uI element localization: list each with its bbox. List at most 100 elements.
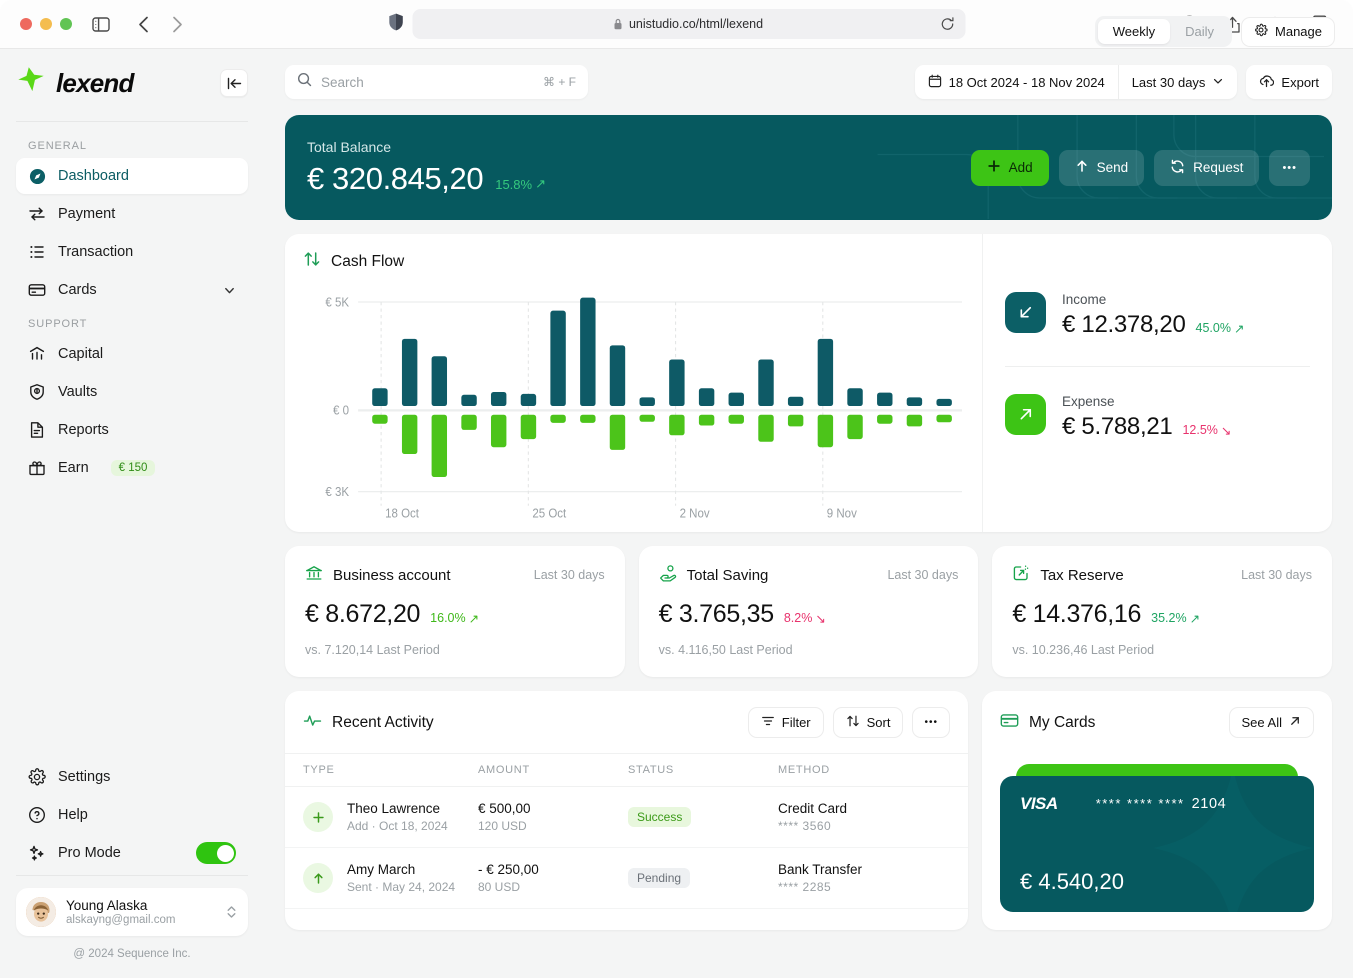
balance-delta: 15.8% ↗ <box>495 176 546 192</box>
stat-card-sub: vs. 4.116,50 Last Period <box>659 643 959 657</box>
cash-flow-chart-panel: Cash Flow <box>285 234 982 532</box>
user-name: Young Alaska <box>66 898 175 913</box>
stat-card-delta: 8.2% ↘ <box>784 611 826 626</box>
sidebar-divider <box>16 121 248 122</box>
sidebar-item-cards[interactable]: Cards <box>16 272 248 308</box>
activity-more-button[interactable]: ••• <box>912 707 950 738</box>
sidebar-item-pro-mode[interactable]: Pro Mode <box>16 835 248 871</box>
sidebar-toggle-icon[interactable] <box>86 10 116 38</box>
main-toolbar: ⌘ + F 18 Oct 2024 - 18 Nov 2024 Last 30 … <box>285 49 1332 115</box>
cash-flow-title-group: Cash Flow <box>303 250 404 273</box>
expense-stat: Expense € 5.788,21 12.5% ↘ <box>1005 394 1310 441</box>
chart-bar-income <box>729 393 744 406</box>
back-arrow-icon[interactable] <box>128 10 158 38</box>
pro-mode-toggle[interactable] <box>196 842 236 864</box>
card-last4: 2104 <box>1192 796 1227 812</box>
column-method: METHOD <box>778 754 968 787</box>
add-button[interactable]: Add <box>971 150 1049 186</box>
minimize-window-button[interactable] <box>40 18 52 30</box>
range-select-text: Last 30 days <box>1132 75 1206 90</box>
sidebar-item-transaction[interactable]: Transaction <box>16 234 248 270</box>
chevron-up-down-icon[interactable] <box>225 904 238 920</box>
chart-y-tick: € 5K <box>325 295 349 310</box>
chart-x-tick: 18 Oct <box>385 506 420 521</box>
row-amount-sub: 80 USD <box>478 880 628 894</box>
chart-bar-income <box>372 388 387 406</box>
export-label: Export <box>1281 75 1319 90</box>
row-method: Bank Transfer <box>778 862 968 877</box>
chart-bar-income <box>610 345 625 406</box>
range-select-button[interactable]: Last 30 days <box>1118 65 1238 99</box>
chart-bar-expense <box>521 415 536 439</box>
chart-bar-expense <box>372 415 387 424</box>
request-button[interactable]: Request <box>1154 150 1259 186</box>
chart-bar-income <box>847 388 862 406</box>
my-cards-title: My Cards <box>1029 714 1095 732</box>
chart-y-tick: € 0 <box>333 403 349 418</box>
export-button[interactable]: Export <box>1246 65 1332 99</box>
card-balance: € 4.540,20 <box>1020 869 1124 895</box>
sidebar-item-payment[interactable]: Payment <box>16 196 248 232</box>
chart-x-tick: 2 Nov <box>680 506 710 521</box>
chart-bar-income <box>491 392 506 406</box>
sidebar-item-label: Help <box>58 807 88 823</box>
forward-arrow-icon[interactable] <box>162 10 192 38</box>
search-box[interactable]: ⌘ + F <box>285 65 588 99</box>
sort-button[interactable]: Sort <box>833 707 904 738</box>
trend-down-arrow-icon: ↘ <box>815 611 825 626</box>
brand-name: lexend <box>56 68 134 99</box>
card-stack[interactable]: VISA **** **** **** 2104 € 4.540,20 <box>1000 764 1314 912</box>
toolbar-right: 18 Oct 2024 - 18 Nov 2024 Last 30 days <box>915 65 1332 99</box>
stat-cards-row: Business account Last 30 days € 8.672,20… <box>285 546 1332 677</box>
window-controls[interactable] <box>20 18 72 30</box>
sidebar-item-reports[interactable]: Reports <box>16 412 248 448</box>
sidebar-item-settings[interactable]: Settings <box>16 759 248 795</box>
sidebar-bottom-divider <box>16 875 248 876</box>
send-button[interactable]: Send <box>1059 150 1145 186</box>
stat-card-delta-value: 35.2% <box>1151 611 1186 625</box>
gift-icon <box>28 459 46 477</box>
filter-button[interactable]: Filter <box>748 707 824 738</box>
close-window-button[interactable] <box>20 18 32 30</box>
sidebar-item-capital[interactable]: Capital <box>16 336 248 372</box>
sidebar-item-help[interactable]: Help <box>16 797 248 833</box>
total-balance-banner: Total Balance € 320.845,20 15.8% ↗ <box>285 115 1332 220</box>
income-value: € 12.378,20 <box>1062 311 1186 339</box>
chevron-down-icon[interactable] <box>223 284 236 297</box>
arrow-down-left-icon <box>1005 292 1046 333</box>
chart-bar-expense <box>491 415 506 448</box>
activity-table: TYPE AMOUNT STATUS METHOD <box>285 753 968 909</box>
chart-bar-income <box>550 311 565 406</box>
user-account-switcher[interactable]: Young Alaska alskayng@gmail.com <box>16 888 248 936</box>
collapse-sidebar-button[interactable] <box>220 69 248 97</box>
sidebar-item-earn[interactable]: Earn € 150 <box>16 450 248 486</box>
cash-flow-card: Cash Flow <box>285 234 1332 532</box>
shield-icon[interactable] <box>388 13 403 36</box>
date-range-button[interactable]: 18 Oct 2024 - 18 Nov 2024 <box>915 65 1118 99</box>
see-all-button[interactable]: See All <box>1229 707 1314 738</box>
sidebar-item-dashboard[interactable]: Dashboard <box>16 158 248 194</box>
row-name: Amy March <box>347 862 455 877</box>
maximize-window-button[interactable] <box>60 18 72 30</box>
stat-card-delta: 35.2% ↗ <box>1151 611 1200 626</box>
trend-up-arrow-icon: ↗ <box>469 611 479 626</box>
more-actions-button[interactable]: ••• <box>1269 150 1310 186</box>
summary-divider <box>1005 366 1310 367</box>
row-subtitle: Sent · May 24, 2024 <box>347 880 455 894</box>
url-input[interactable]: unistudio.co/html/lexend <box>412 9 965 39</box>
recent-activity-title: Recent Activity <box>332 714 434 732</box>
chart-y-tick: € 3K <box>325 485 349 500</box>
search-icon <box>297 72 312 92</box>
balance-label: Total Balance <box>307 139 546 155</box>
compass-icon <box>28 167 46 185</box>
stat-card-sub: vs. 7.120,14 Last Period <box>305 643 605 657</box>
reload-icon[interactable] <box>940 17 954 31</box>
table-row[interactable]: Amy March Sent · May 24, 2024 - € 250,00… <box>285 848 968 909</box>
credit-card[interactable]: VISA **** **** **** 2104 € 4.540,20 <box>1000 776 1314 912</box>
sort-label: Sort <box>867 715 891 730</box>
stat-card-delta-value: 8.2% <box>784 611 813 625</box>
table-row[interactable]: Theo Lawrence Add · Oct 18, 2024 € 500,0… <box>285 787 968 848</box>
search-input[interactable] <box>321 75 534 90</box>
arrow-up-right-icon <box>1005 394 1046 435</box>
sidebar-item-vaults[interactable]: Vaults <box>16 374 248 410</box>
